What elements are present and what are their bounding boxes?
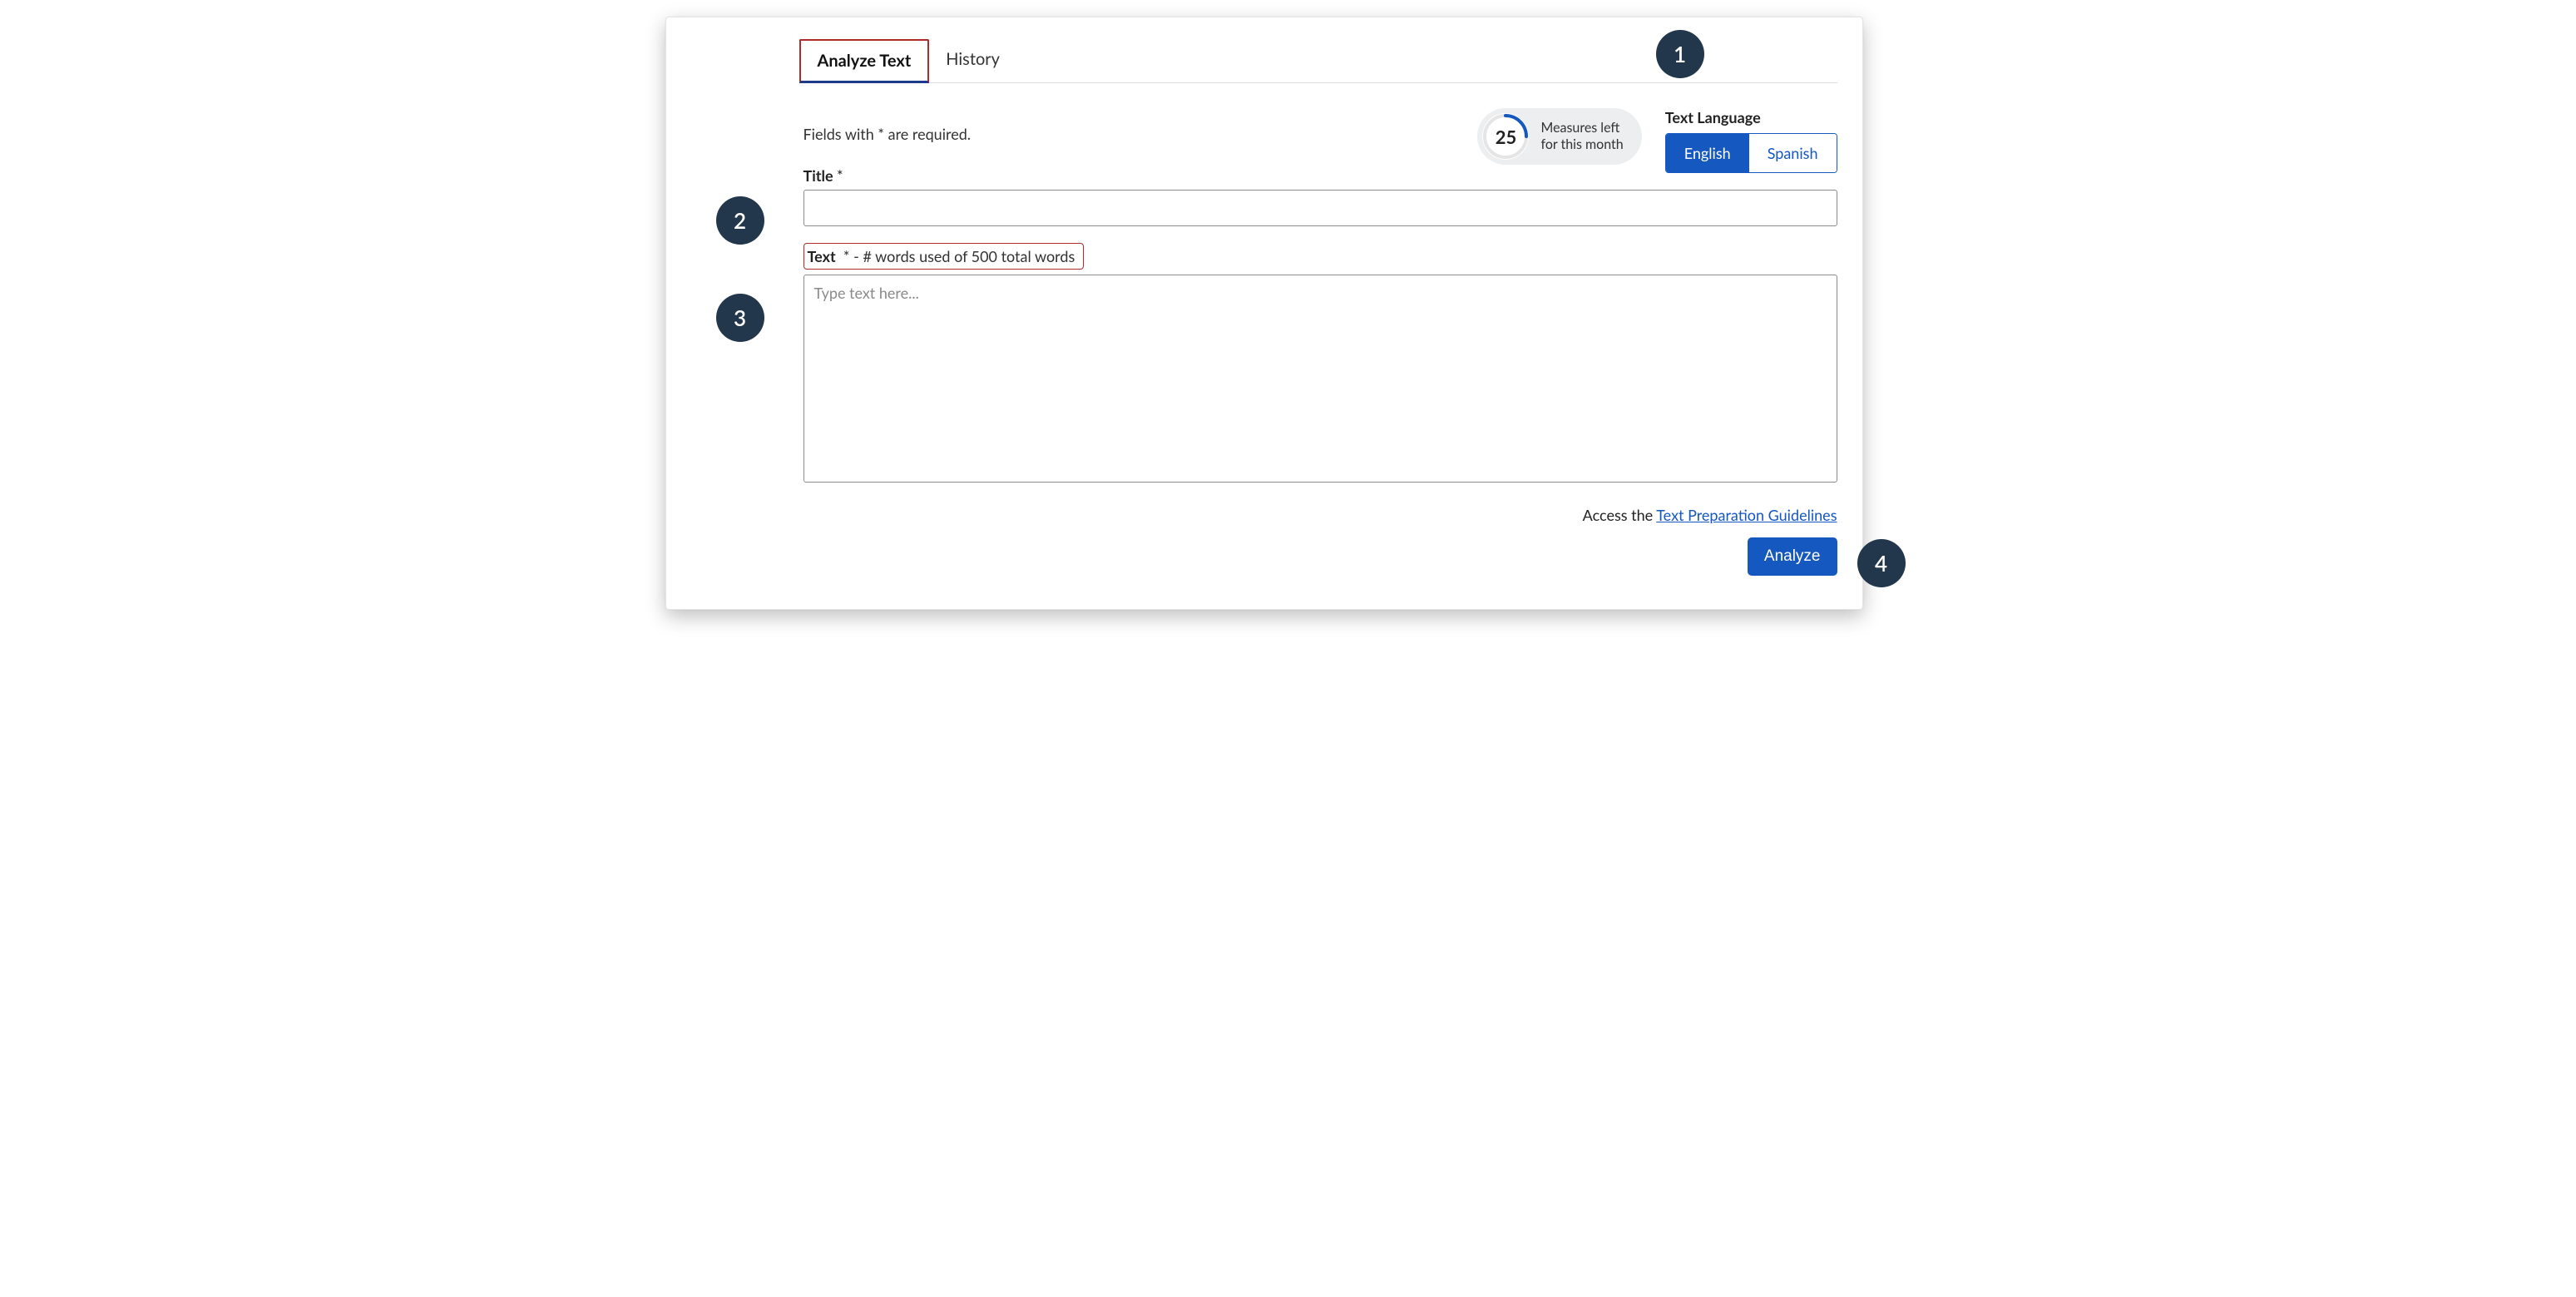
measures-count-ring: 25 [1482,113,1529,160]
language-toggle: English Spanish [1665,133,1837,173]
text-preparation-guidelines-link[interactable]: Text Preparation Guidelines [1656,506,1837,524]
analyze-text-panel: Analyze Text History 25 Measures left fo… [665,17,1863,610]
guidelines-prefix: Access the [1583,506,1657,524]
text-input[interactable] [803,275,1837,483]
tab-history[interactable]: History [929,39,1016,83]
title-label-text: Title [803,166,833,185]
text-star: * [843,247,850,265]
language-option-english[interactable]: English [1666,134,1749,172]
text-label: Text * - # words used of 500 total words [803,243,1085,270]
language-option-spanish[interactable]: Spanish [1749,134,1837,172]
measures-label: Measures left for this month [1540,120,1623,153]
callout-badge-1: 1 [1656,30,1704,78]
language-block: Text Language English Spanish [1665,108,1837,173]
guidelines-row: Access the Text Preparation Guidelines [803,506,1837,524]
measures-label-line2: for this month [1540,136,1623,152]
measures-remaining: 25 Measures left for this month [1477,108,1641,165]
measures-label-line1: Measures left [1540,120,1619,136]
analyze-button[interactable]: Analyze [1748,537,1837,576]
text-label-text: Text [808,247,836,265]
language-title: Text Language [1665,108,1837,126]
tab-analyze-text[interactable]: Analyze Text [799,39,930,83]
text-word-counter: - # words used of 500 total words [850,247,1075,265]
progress-ring-icon [1482,113,1529,160]
callout-badge-2: 2 [716,196,764,245]
callout-badge-3: 3 [716,294,764,342]
form-area: Fields with * are required. Title * Text… [803,125,1837,576]
title-label-star: * [837,166,843,185]
callout-badge-4: 4 [1857,539,1906,587]
title-input[interactable] [803,190,1837,226]
